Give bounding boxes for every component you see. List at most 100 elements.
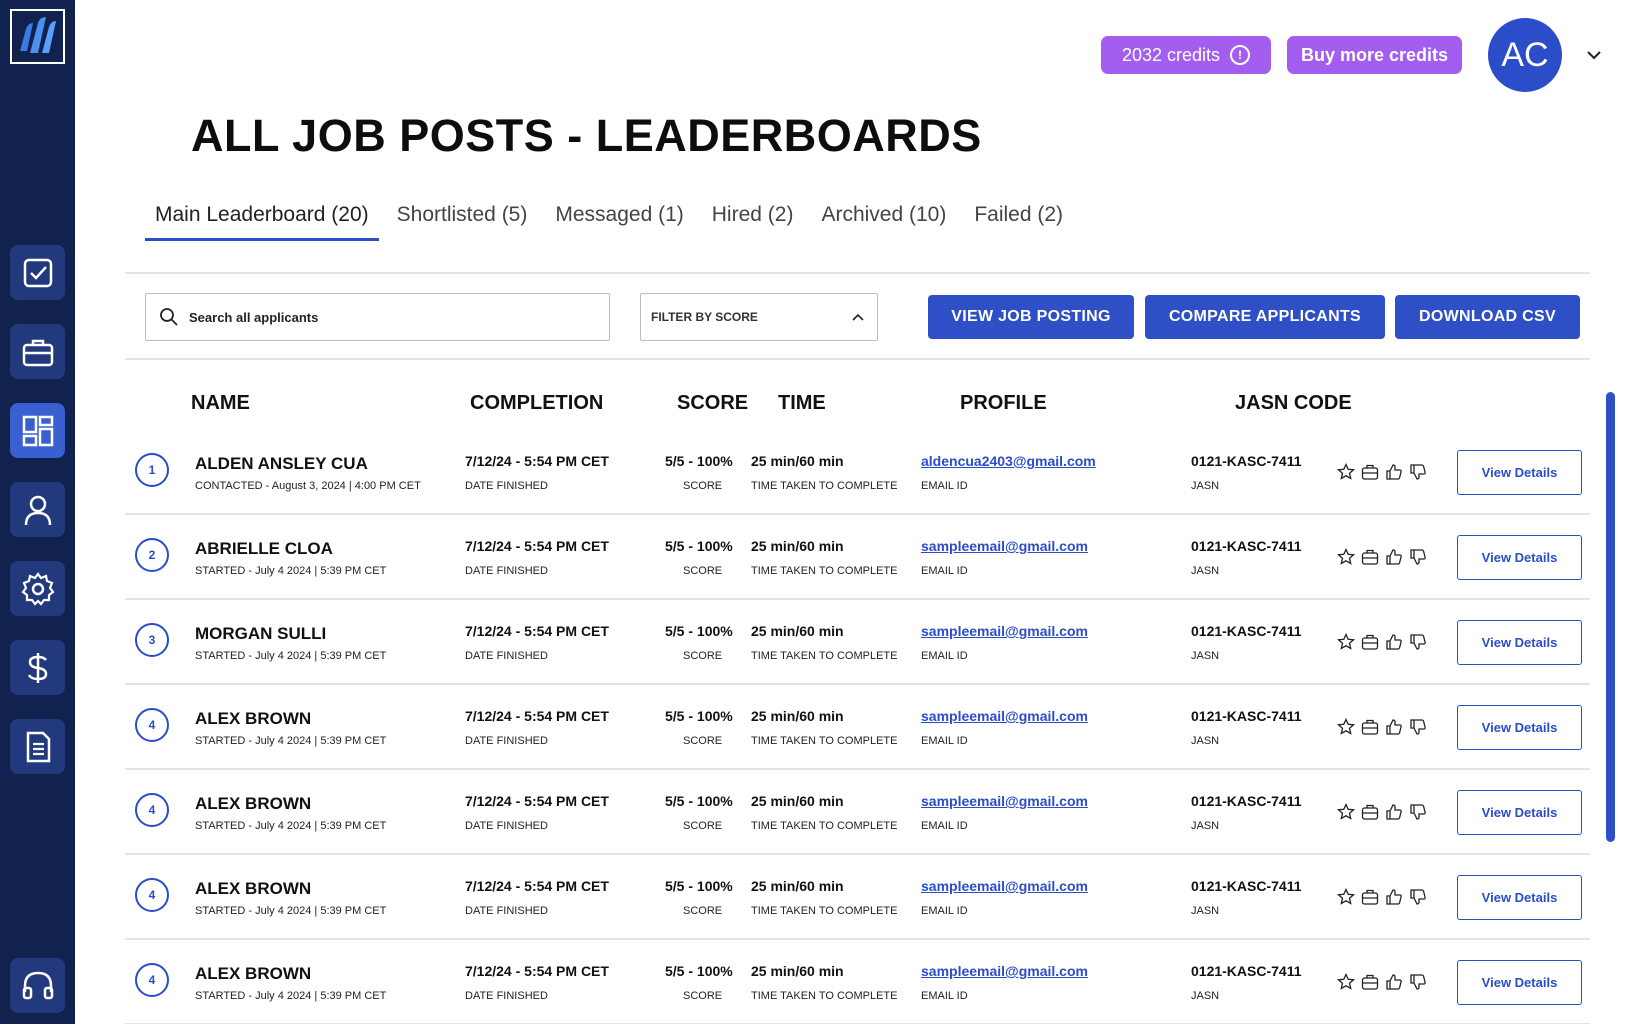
headset-icon (22, 971, 53, 999)
tab-main-leaderboard[interactable]: Main Leaderboard (20) (145, 203, 379, 241)
star-icon[interactable] (1336, 632, 1356, 651)
search-box[interactable] (145, 293, 610, 341)
compare-applicants-button[interactable]: COMPARE APPLICANTS (1145, 295, 1385, 339)
view-details-button[interactable]: View Details (1457, 620, 1582, 665)
applicant-name[interactable]: ALEX BROWN (195, 709, 311, 729)
completion-sub: DATE FINISHED (465, 990, 548, 1002)
star-icon[interactable] (1336, 717, 1356, 736)
thumbs-up-icon[interactable] (1385, 463, 1403, 481)
briefcase-icon[interactable] (1361, 803, 1379, 821)
thumbs-down-icon[interactable] (1409, 888, 1427, 906)
view-details-button[interactable]: View Details (1457, 705, 1582, 750)
tab-archived[interactable]: Archived (10) (811, 203, 956, 241)
thumbs-down-icon[interactable] (1409, 463, 1427, 481)
table-row: 2 ABRIELLE CLOA STARTED - July 4 2024 | … (125, 515, 1590, 600)
user-icon (24, 495, 51, 525)
tab-failed[interactable]: Failed (2) (964, 203, 1073, 241)
rank-badge: 3 (135, 623, 169, 657)
view-details-button[interactable]: View Details (1457, 450, 1582, 495)
view-details-button[interactable]: View Details (1457, 960, 1582, 1005)
scrollbar[interactable] (1606, 392, 1615, 842)
briefcase-icon[interactable] (1361, 633, 1379, 651)
thumbs-down-icon[interactable] (1409, 718, 1427, 736)
star-icon[interactable] (1336, 887, 1356, 906)
applicant-name[interactable]: ALDEN ANSLEY CUA (195, 454, 368, 474)
chevron-down-icon[interactable] (1584, 45, 1604, 65)
thumbs-down-icon[interactable] (1409, 633, 1427, 651)
sidebar-item-support[interactable] (10, 958, 65, 1013)
applicant-name[interactable]: MORGAN SULLI (195, 624, 326, 644)
briefcase-icon[interactable] (1361, 463, 1379, 481)
briefcase-icon[interactable] (1361, 888, 1379, 906)
view-details-button[interactable]: View Details (1457, 790, 1582, 835)
tab-hired[interactable]: Hired (2) (702, 203, 804, 241)
email-link[interactable]: sampleemail@gmail.com (921, 963, 1088, 979)
briefcase-icon[interactable] (1361, 718, 1379, 736)
time-value: 25 min/60 min (751, 793, 844, 809)
credits-badge[interactable]: 2032 credits ! (1101, 36, 1271, 74)
applicant-name[interactable]: ALEX BROWN (195, 964, 311, 984)
rank-badge: 4 (135, 793, 169, 827)
thumbs-up-icon[interactable] (1385, 718, 1403, 736)
email-link[interactable]: aldencua2403@gmail.com (921, 453, 1096, 469)
avatar[interactable]: AC (1488, 18, 1562, 92)
download-csv-button[interactable]: DOWNLOAD CSV (1395, 295, 1580, 339)
column-header-jasn-code[interactable]: JASN CODE (1235, 392, 1352, 415)
thumbs-down-icon[interactable] (1409, 803, 1427, 821)
view-details-button[interactable]: View Details (1457, 535, 1582, 580)
filter-by-score-select[interactable]: FILTER BY SCORE (640, 293, 878, 341)
star-icon[interactable] (1336, 972, 1356, 991)
profile-sub: EMAIL ID (921, 480, 968, 492)
buy-credits-button[interactable]: Buy more credits (1287, 36, 1462, 74)
email-link[interactable]: sampleemail@gmail.com (921, 708, 1088, 724)
view-details-button[interactable]: View Details (1457, 875, 1582, 920)
star-icon[interactable] (1336, 547, 1356, 566)
tab-shortlisted[interactable]: Shortlisted (5) (387, 203, 538, 241)
email-link[interactable]: sampleemail@gmail.com (921, 538, 1088, 554)
info-icon[interactable]: ! (1230, 45, 1251, 65)
sidebar-item-leaderboards[interactable] (10, 403, 65, 458)
applicant-name[interactable]: ABRIELLE CLOA (195, 539, 333, 559)
completion-value: 7/12/24 - 5:54 PM CET (465, 708, 609, 724)
table-row: 4 ALEX BROWN STARTED - July 4 2024 | 5:3… (125, 770, 1590, 855)
applicant-name[interactable]: ALEX BROWN (195, 794, 311, 814)
email-link[interactable]: sampleemail@gmail.com (921, 623, 1088, 639)
thumbs-up-icon[interactable] (1385, 973, 1403, 991)
star-icon[interactable] (1336, 462, 1356, 481)
tab-messaged[interactable]: Messaged (1) (545, 203, 693, 241)
applicant-status: STARTED - July 4 2024 | 5:39 PM CET (195, 905, 387, 917)
thumbs-up-icon[interactable] (1385, 803, 1403, 821)
thumbs-up-icon[interactable] (1385, 633, 1403, 651)
briefcase-icon[interactable] (1361, 973, 1379, 991)
jasn-sub: JASN (1191, 990, 1220, 1002)
sidebar-item-settings[interactable] (10, 561, 65, 616)
sidebar-item-billing[interactable] (10, 640, 65, 695)
column-header-completion[interactable]: COMPLETION (470, 392, 603, 415)
credits-label: 2032 credits (1121, 44, 1221, 65)
column-header-time[interactable]: TIME (778, 392, 826, 415)
email-link[interactable]: sampleemail@gmail.com (921, 878, 1088, 894)
star-icon[interactable] (1336, 802, 1356, 821)
sidebar-item-jobs[interactable] (10, 324, 65, 379)
time-sub: TIME TAKEN TO COMPLETE (751, 990, 898, 1002)
sidebar-item-documents[interactable] (10, 719, 65, 774)
column-header-profile[interactable]: PROFILE (960, 392, 1047, 415)
logo[interactable] (10, 9, 65, 64)
email-link[interactable]: sampleemail@gmail.com (921, 793, 1088, 809)
applicant-name[interactable]: ALEX BROWN (195, 879, 311, 899)
search-input[interactable] (189, 309, 589, 325)
thumbs-down-icon[interactable] (1409, 973, 1427, 991)
view-job-posting-button[interactable]: VIEW JOB POSTING (928, 295, 1134, 339)
thumbs-up-icon[interactable] (1385, 548, 1403, 566)
score-value: 5/5 - 100% (665, 963, 733, 979)
score-sub: SCORE (683, 735, 723, 747)
thumbs-up-icon[interactable] (1385, 888, 1403, 906)
briefcase-icon[interactable] (1361, 548, 1379, 566)
row-actions (1336, 717, 1427, 736)
time-sub: TIME TAKEN TO COMPLETE (751, 905, 898, 917)
column-header-score[interactable]: SCORE (677, 392, 748, 415)
sidebar-item-tasks[interactable] (10, 245, 65, 300)
sidebar-item-profile[interactable] (10, 482, 65, 537)
column-header-name[interactable]: NAME (191, 392, 250, 415)
thumbs-down-icon[interactable] (1409, 548, 1427, 566)
